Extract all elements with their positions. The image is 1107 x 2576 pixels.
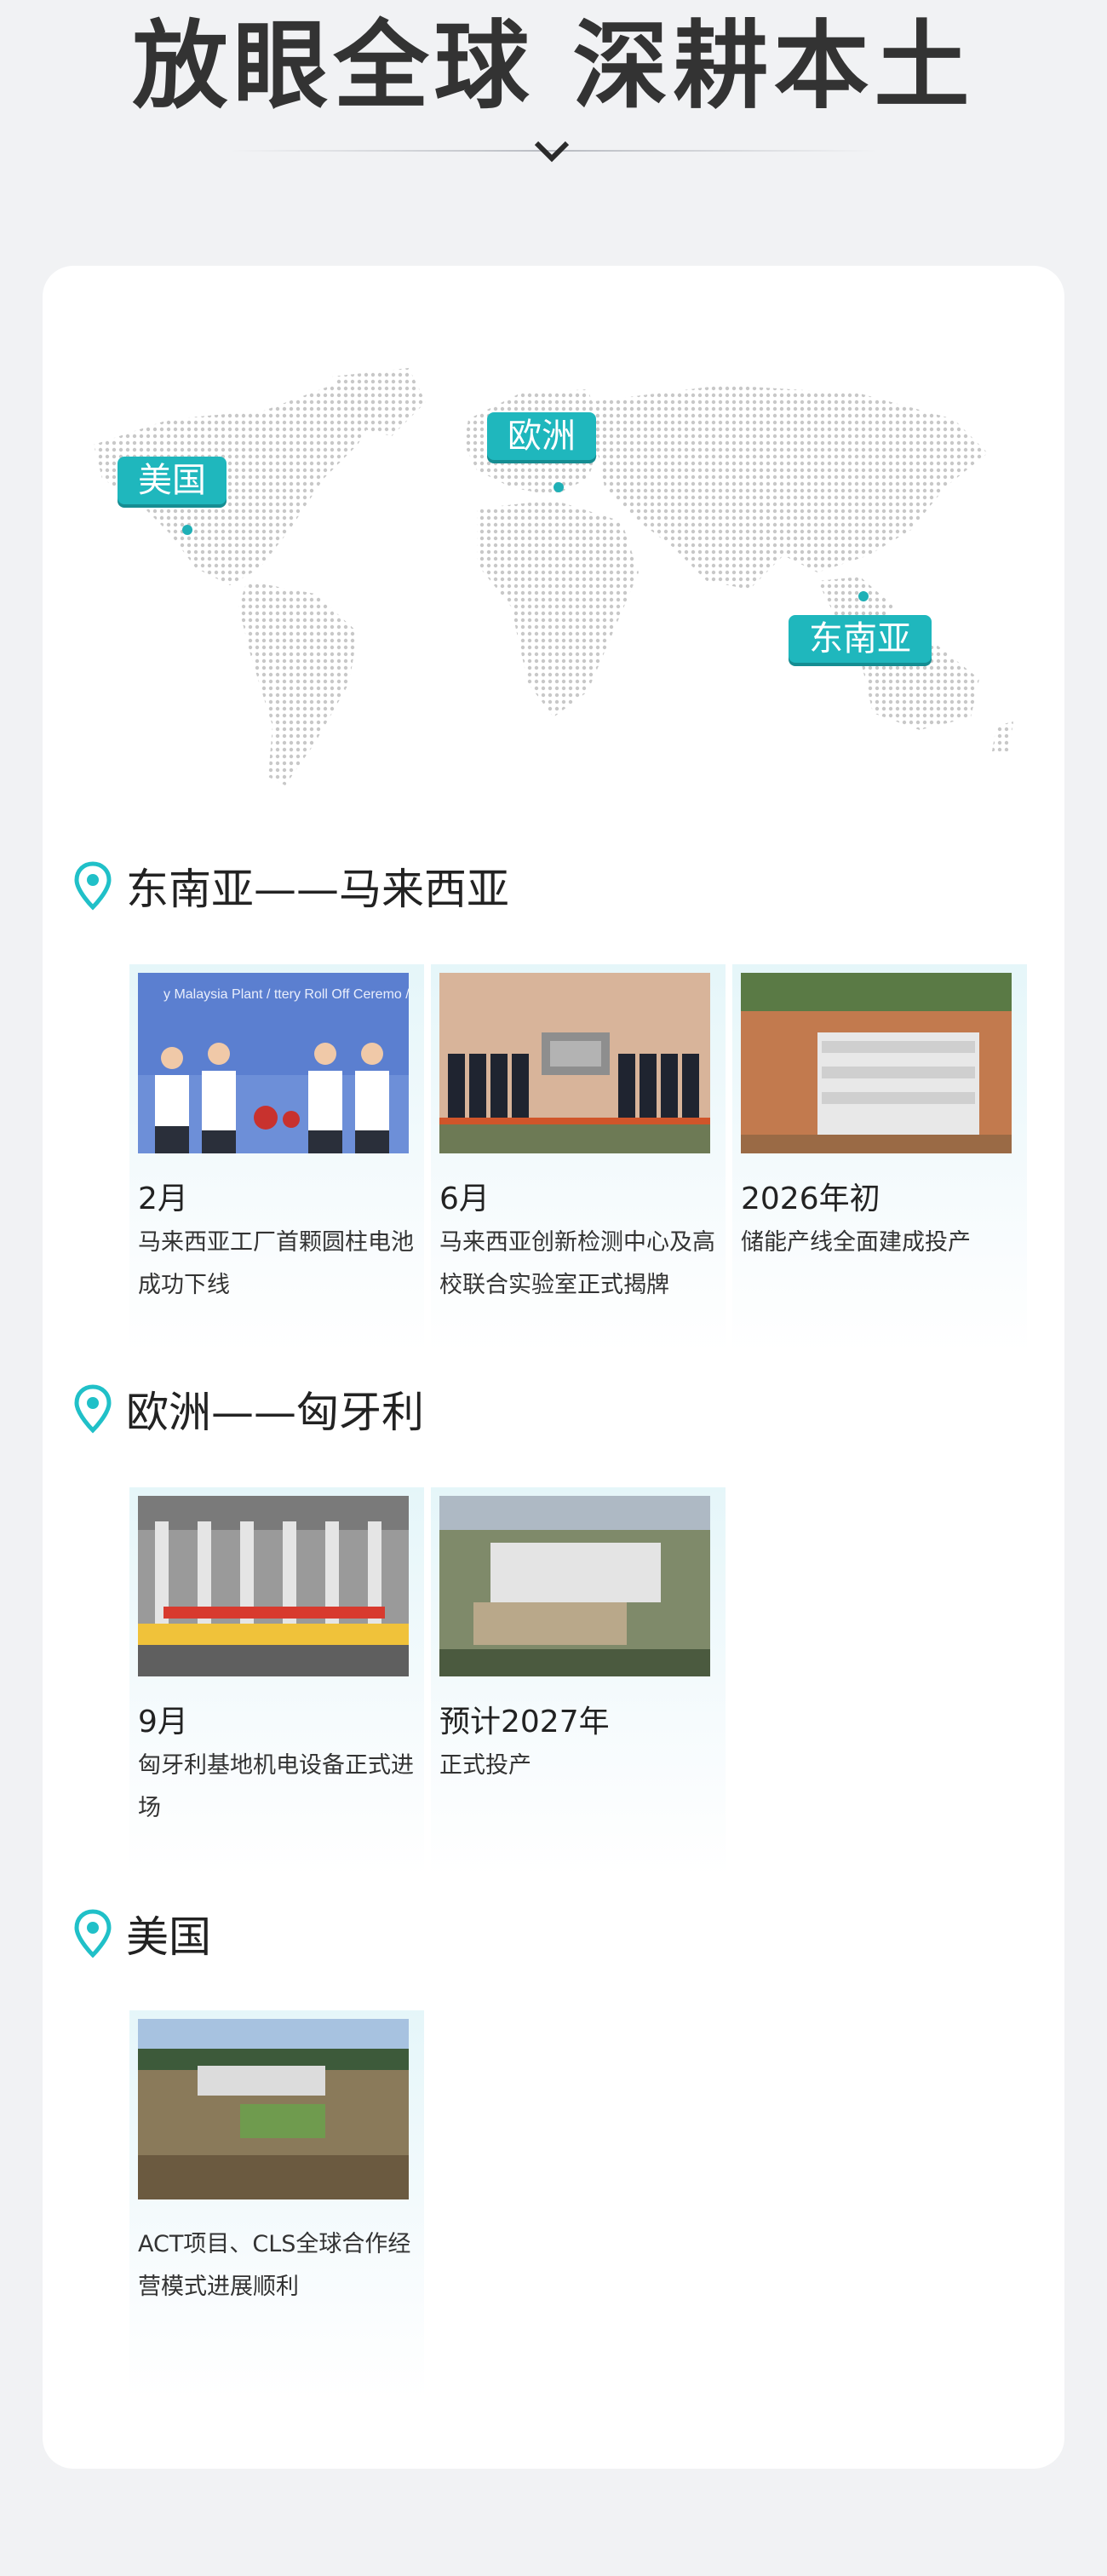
item-description: 正式投产 [439,1752,531,1779]
item-month: 2月 [138,1182,188,1216]
title-divider-right [554,150,877,152]
item-month: 预计2027年 [439,1705,610,1739]
item-description: 匈牙利基地机电设备正式进场 [138,1752,414,1821]
item-month: 2026年初 [741,1182,880,1216]
title-divider-left [230,150,554,152]
section-europe-header: 欧洲——匈牙利 [73,1382,424,1437]
factory-aerial-photo [741,973,1012,1153]
section-southeast-asia-header: 东南亚——马来西亚 [73,859,509,914]
item-description: ACT项目、CLS全球合作经营模式进展顺利 [138,2231,411,2300]
section-title: 东南亚——马来西亚 [126,865,509,914]
map-dot-usa [182,525,192,535]
ceremony-photo: y Malaysia Plant / ttery Roll Off Ceremo… [138,973,409,1153]
list-item: 6月 马来西亚创新检测中心及高校联合实验室正式揭牌 [431,964,726,1353]
world-map: 美国 欧洲 东南亚 [77,351,1047,794]
map-label-usa: 美国 [118,457,227,504]
section-title: 欧洲——匈牙利 [126,1388,424,1437]
page-title: 放眼全球 深耕本土 [132,11,975,122]
item-month: 9月 [138,1705,188,1739]
location-pin-icon [74,1384,112,1434]
item-description: 储能产线全面建成投产 [741,1229,971,1256]
item-month: 6月 [439,1182,490,1216]
section-usa-header: 美国 [73,1906,211,1962]
equipment-entry-photo [138,1496,409,1676]
plaque-unveiling-photo [439,973,710,1153]
chevron-down-icon [534,141,570,163]
content-card: 美国 欧洲 东南亚 东南亚——马来西亚 y Malaysia Plant / t… [43,266,1064,2469]
list-item: 预计2027年 正式投产 [431,1487,726,1876]
map-label-sea: 东南亚 [789,615,932,663]
photo-caption: y Malaysia Plant / ttery Roll Off Ceremo… [163,986,409,1002]
section-title: 美国 [126,1912,211,1962]
list-item: y Malaysia Plant / ttery Roll Off Ceremo… [129,964,424,1353]
map-dot-sea [858,591,869,601]
hungary-site-aerial-photo [439,1496,710,1676]
list-item: 9月 匈牙利基地机电设备正式进场 [129,1487,424,1876]
item-description: 马来西亚创新检测中心及高校联合实验室正式揭牌 [439,1229,715,1298]
list-item: 2026年初 储能产线全面建成投产 [732,964,1027,1353]
usa-site-aerial-photo [138,2019,409,2199]
item-description: 马来西亚工厂首颗圆柱电池成功下线 [138,1229,414,1298]
list-item: ACT项目、CLS全球合作经营模式进展顺利 [129,2010,424,2399]
map-dot-europe [554,482,564,492]
map-label-europe: 欧洲 [487,412,596,460]
location-pin-icon [74,861,112,911]
location-pin-icon [74,1909,112,1958]
